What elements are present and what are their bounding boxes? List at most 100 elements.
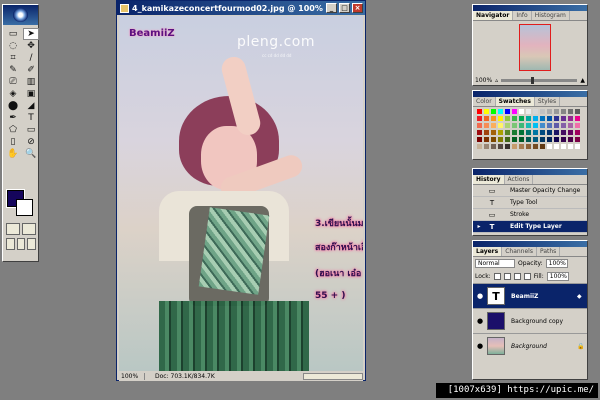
color-swatch[interactable] [525,136,532,143]
maximize-button[interactable]: □ [339,3,350,13]
tab-color[interactable]: Color [473,97,496,106]
color-swatch[interactable] [497,108,504,115]
color-swatch[interactable] [504,129,511,136]
tool-button[interactable]: ▣ [23,88,39,100]
color-swatch[interactable] [574,115,581,122]
color-swatch[interactable] [483,108,490,115]
tool-button[interactable]: ▯ [5,136,21,148]
color-swatch[interactable] [511,108,518,115]
color-swatch[interactable] [553,143,560,150]
zoom-slider[interactable] [501,76,578,84]
color-swatch[interactable] [497,143,504,150]
color-swatch[interactable] [504,136,511,143]
color-swatch[interactable] [553,122,560,129]
color-swatch[interactable] [476,122,483,129]
color-swatch[interactable] [518,136,525,143]
color-swatch[interactable] [553,115,560,122]
color-swatch[interactable] [483,136,490,143]
screen-mode-fullscreen-button[interactable] [27,238,37,250]
color-swatch[interactable] [476,129,483,136]
color-swatch[interactable] [553,129,560,136]
standard-mode-button[interactable] [6,223,20,235]
color-swatch[interactable] [483,122,490,129]
color-swatch[interactable] [560,108,567,115]
background-color-swatch[interactable] [16,199,33,216]
tool-button[interactable]: ⌗ [5,52,21,64]
lock-image-checkbox[interactable] [503,273,511,280]
fill-field[interactable]: 100% [546,272,569,281]
color-swatch[interactable] [497,122,504,129]
color-swatch[interactable] [546,115,553,122]
eye-icon[interactable]: ● [473,317,487,325]
color-swatch[interactable] [483,115,490,122]
navigator-zoom-value[interactable]: 100% [475,77,492,84]
screen-mode-full-button[interactable] [16,238,26,250]
color-swatch[interactable] [532,143,539,150]
tab-styles[interactable]: Styles [535,97,561,106]
color-swatch[interactable] [518,129,525,136]
color-swatch[interactable] [490,122,497,129]
color-swatch[interactable] [539,108,546,115]
zoom-in-icon[interactable]: ▲ [580,77,585,84]
color-swatch[interactable] [532,108,539,115]
color-swatch[interactable] [525,108,532,115]
blend-mode-select[interactable]: Normal [475,259,515,268]
history-item[interactable]: ▸ T Edit Type Layer [473,221,587,233]
color-swatch[interactable] [490,108,497,115]
tool-button[interactable]: ◈ [5,88,21,100]
history-brush-icon[interactable] [475,187,483,195]
zoom-slider-handle[interactable] [531,76,535,84]
history-item[interactable]: T Type Tool [473,197,587,209]
color-swatch[interactable] [546,108,553,115]
eye-icon[interactable]: ● [473,342,487,350]
lock-transparency-checkbox[interactable] [493,273,501,280]
color-swatch[interactable] [539,122,546,129]
tool-button[interactable]: ▭ [23,124,39,136]
color-swatch[interactable] [504,143,511,150]
color-swatch[interactable] [490,115,497,122]
color-swatch[interactable] [539,136,546,143]
screen-mode-standard-button[interactable] [6,238,15,250]
tool-button[interactable]: ⬤ [5,100,21,112]
color-swatch[interactable] [546,136,553,143]
close-button[interactable]: × [352,3,363,13]
tab-channels[interactable]: Channels [502,247,537,256]
tab-history[interactable]: History [473,175,505,184]
lock-all-checkbox[interactable] [523,273,531,280]
tool-button[interactable]: ✥ [23,40,39,52]
tab-swatches[interactable]: Swatches [495,97,535,106]
navigator-preview[interactable] [481,24,581,76]
eye-icon[interactable]: ● [473,292,487,300]
tool-button[interactable]: ✒ [5,112,21,124]
color-swatch[interactable] [497,136,504,143]
history-brush-icon[interactable]: ▸ [475,223,483,231]
history-brush-icon[interactable] [475,211,483,219]
color-swatch[interactable] [511,136,518,143]
history-item[interactable]: ▭ Master Opacity Change [473,185,587,197]
layer-row[interactable]: ● T BeamiiZ ◆ [473,283,587,308]
tool-button[interactable]: ▭ [5,28,21,40]
color-swatch[interactable] [483,129,490,136]
tool-button[interactable]: ✋ [5,148,21,160]
image-canvas[interactable]: pleng.com cc cd dd dd dd BeamiiZ 3.เขียน… [119,16,363,371]
document-size-info[interactable]: Doc: 703.1K/834.7K [145,373,303,380]
tool-button[interactable]: ✎ [5,64,21,76]
color-swatch[interactable] [511,143,518,150]
color-swatch[interactable] [546,129,553,136]
color-swatch[interactable] [518,115,525,122]
tool-button[interactable]: ◌ [5,40,21,52]
tool-button[interactable]: ✐ [23,64,39,76]
color-swatch[interactable] [525,143,532,150]
color-swatch[interactable] [504,108,511,115]
tool-button[interactable]: ◢ [23,100,39,112]
opacity-field[interactable]: 100% [545,259,568,268]
color-swatch[interactable] [490,143,497,150]
lock-position-checkbox[interactable] [513,273,521,280]
document-titlebar[interactable]: 4_kamikazeconcertfourmod02.jpg @ 100% (B… [117,1,365,15]
layer-row[interactable]: ● Background copy [473,308,587,333]
color-swatch[interactable] [476,136,483,143]
photoshop-eye-icon[interactable] [13,8,28,22]
color-swatch[interactable] [504,115,511,122]
tab-info[interactable]: Info [513,11,532,20]
color-swatch[interactable] [504,122,511,129]
